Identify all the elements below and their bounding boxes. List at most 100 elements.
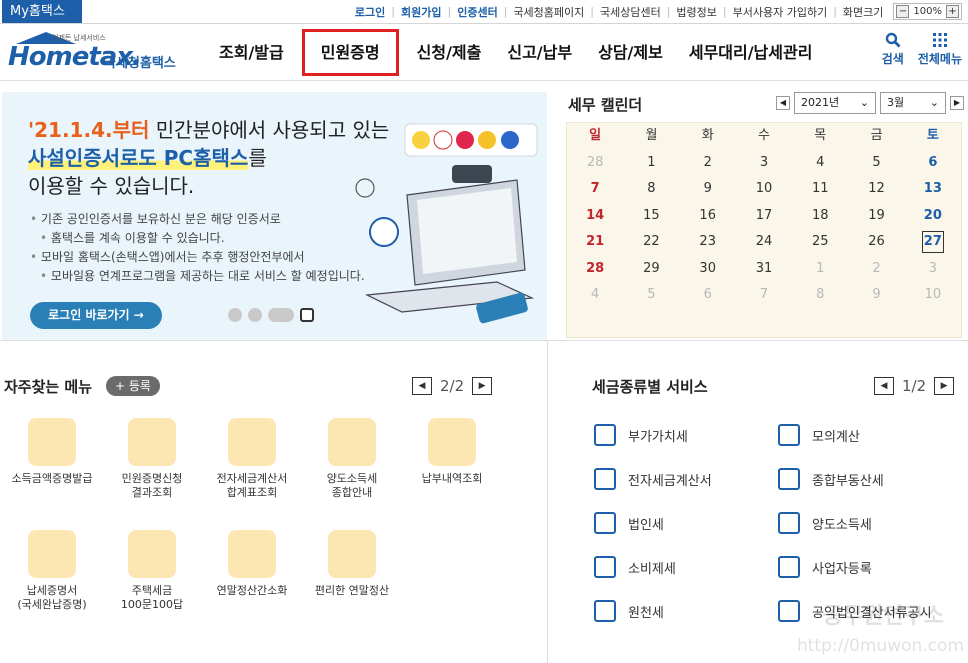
- signup-link[interactable]: 회원가입: [395, 4, 447, 20]
- calendar-day[interactable]: 1: [623, 150, 679, 177]
- banner-dot-active[interactable]: [268, 308, 294, 322]
- calendar-day[interactable]: 8: [792, 282, 848, 309]
- calendar-day[interactable]: 19: [848, 203, 904, 230]
- calendar-day[interactable]: 23: [680, 229, 736, 256]
- calendar-day[interactable]: 28: [567, 256, 623, 283]
- next-page-button[interactable]: ▶: [472, 377, 493, 395]
- calendar-day[interactable]: 13: [905, 176, 961, 203]
- nav-item-consult[interactable]: 상담/제보: [585, 24, 676, 81]
- favorite-item[interactable]: 연말정산간소화: [202, 530, 302, 598]
- calendar-day[interactable]: 11: [792, 176, 848, 203]
- login-link[interactable]: 로그인: [349, 4, 391, 20]
- tax-service-item[interactable]: 소비제세: [594, 556, 676, 578]
- prev-page-button[interactable]: ◀: [412, 377, 432, 395]
- add-favorite-button[interactable]: + 등록: [106, 376, 160, 396]
- tax-service-item[interactable]: 사업자등록: [778, 556, 872, 578]
- zoom-out-button[interactable]: −: [896, 5, 910, 18]
- calendar-day[interactable]: 10: [736, 176, 792, 203]
- calendar-day[interactable]: 5: [623, 282, 679, 309]
- consult-center-link[interactable]: 국세상담센터: [594, 4, 667, 20]
- prev-month-button[interactable]: ◀: [776, 96, 790, 110]
- zoom-value: 100%: [913, 6, 942, 17]
- search-button[interactable]: 검색: [882, 32, 904, 67]
- favorite-label: 연말정산간소화: [216, 584, 288, 597]
- calendar-day[interactable]: 7: [736, 282, 792, 309]
- calendar-day[interactable]: 8: [623, 176, 679, 203]
- calendar-day[interactable]: 30: [680, 256, 736, 283]
- favorite-item[interactable]: 소득금액증명발급: [2, 418, 102, 486]
- nav-item-tax-agent[interactable]: 세무대리/납세관리: [676, 24, 826, 81]
- calendar-day[interactable]: 6: [680, 282, 736, 309]
- dept-user-signup-link[interactable]: 부서사용자 가입하기: [727, 4, 834, 20]
- calendar-day[interactable]: 9: [680, 176, 736, 203]
- next-page-button[interactable]: ▶: [934, 377, 955, 395]
- calendar-day[interactable]: 1: [792, 256, 848, 283]
- my-hometax-tab[interactable]: My홈택스: [2, 0, 82, 23]
- law-info-link[interactable]: 법령정보: [670, 4, 722, 20]
- calendar-day[interactable]: 26: [848, 229, 904, 256]
- tax-service-item[interactable]: 모의계산: [778, 424, 860, 446]
- tax-service-item[interactable]: 양도소득세: [778, 512, 872, 534]
- month-select[interactable]: 3월 ⌄: [880, 92, 946, 114]
- calendar-day[interactable]: 22: [623, 229, 679, 256]
- all-menu-button[interactable]: 전체메뉴: [918, 32, 962, 67]
- favorite-label: 납부내역조회: [421, 472, 483, 485]
- calendar-day[interactable]: 21: [567, 229, 623, 256]
- calendar-day[interactable]: 15: [623, 203, 679, 230]
- banner-dot[interactable]: [248, 308, 262, 322]
- calendar-day[interactable]: 5: [848, 150, 904, 177]
- calendar-day[interactable]: 9: [848, 282, 904, 309]
- calendar-day[interactable]: 3: [736, 150, 792, 177]
- calendar-day[interactable]: 25: [792, 229, 848, 256]
- tax-service-item[interactable]: 부가가치세: [594, 424, 688, 446]
- tax-service-item[interactable]: 법인세: [594, 512, 664, 534]
- calendar-day[interactable]: 2: [848, 256, 904, 283]
- tax-service-item[interactable]: 전자세금계산서: [594, 468, 712, 490]
- calendar-box: 일 월 화 수 목 금 토 28 1 2 3 4 5 6 7 8 9 10 11 12 13 14 15 16 17 18 19 20…: [566, 122, 962, 338]
- favorite-item[interactable]: 납부내역조회: [402, 418, 502, 486]
- prev-page-button[interactable]: ◀: [874, 377, 894, 395]
- hometax-logo[interactable]: 언제든 납세서비스 Hometax. 국세청홈택스: [4, 32, 184, 72]
- nav-item-apply[interactable]: 신청/제출: [404, 24, 495, 81]
- login-shortcut-button[interactable]: 로그인 바로가기 →: [30, 302, 162, 329]
- zoom-in-button[interactable]: +: [946, 5, 959, 18]
- nav-item-report-pay[interactable]: 신고/납부: [494, 24, 585, 81]
- banner-dot[interactable]: [228, 308, 242, 322]
- calendar-day-today[interactable]: 27: [905, 229, 961, 256]
- tax-service-item[interactable]: 종합부동산세: [778, 468, 884, 490]
- main-banner[interactable]: '21.1.4.부터 민간분야에서 사용되고 있는 사설인증서로도 PC홈택스를…: [2, 92, 547, 340]
- calendar-day[interactable]: 31: [736, 256, 792, 283]
- calendar-day[interactable]: 14: [567, 203, 623, 230]
- calendar-day[interactable]: 4: [567, 282, 623, 309]
- calendar-day[interactable]: 17: [736, 203, 792, 230]
- calendar-day[interactable]: 3: [905, 256, 961, 283]
- calendar-day[interactable]: 6: [905, 150, 961, 177]
- invoice-icon: [594, 468, 616, 490]
- calendar-day[interactable]: 10: [905, 282, 961, 309]
- calendar-day[interactable]: 29: [623, 256, 679, 283]
- calendar-day[interactable]: 18: [792, 203, 848, 230]
- next-month-button[interactable]: ▶: [950, 96, 964, 110]
- favorite-item[interactable]: 민원증명신청 결과조회: [102, 418, 202, 500]
- nts-homepage-link[interactable]: 국세청홈페이지: [507, 4, 590, 20]
- calendar-day[interactable]: 4: [792, 150, 848, 177]
- calendar-day[interactable]: 7: [567, 176, 623, 203]
- calendar-day[interactable]: 24: [736, 229, 792, 256]
- calendar-day[interactable]: 16: [680, 203, 736, 230]
- laptop-illustration: [355, 123, 538, 324]
- tax-service-item[interactable]: 원천세: [594, 600, 664, 622]
- nav-item-inquiry[interactable]: 조회/발급: [206, 24, 297, 81]
- favorite-item[interactable]: 납세증명서 (국세완납증명): [2, 530, 102, 612]
- cert-center-link[interactable]: 인증센터: [451, 4, 503, 20]
- nav-item-civil-cert[interactable]: 민원증명: [297, 24, 404, 81]
- favorite-item[interactable]: 주택세금 100문100답: [102, 530, 202, 612]
- calendar-day[interactable]: 2: [680, 150, 736, 177]
- favorite-item[interactable]: 편리한 연말정산: [302, 530, 402, 598]
- favorite-item[interactable]: 양도소득세 종합안내: [302, 418, 402, 500]
- favorite-item[interactable]: 전자세금계산서 합계표조회: [202, 418, 302, 500]
- calendar-day[interactable]: 28: [567, 150, 623, 177]
- banner-stop-button[interactable]: [300, 308, 314, 322]
- calendar-day[interactable]: 12: [848, 176, 904, 203]
- year-select[interactable]: 2021년 ⌄: [794, 92, 876, 114]
- calendar-day[interactable]: 20: [905, 203, 961, 230]
